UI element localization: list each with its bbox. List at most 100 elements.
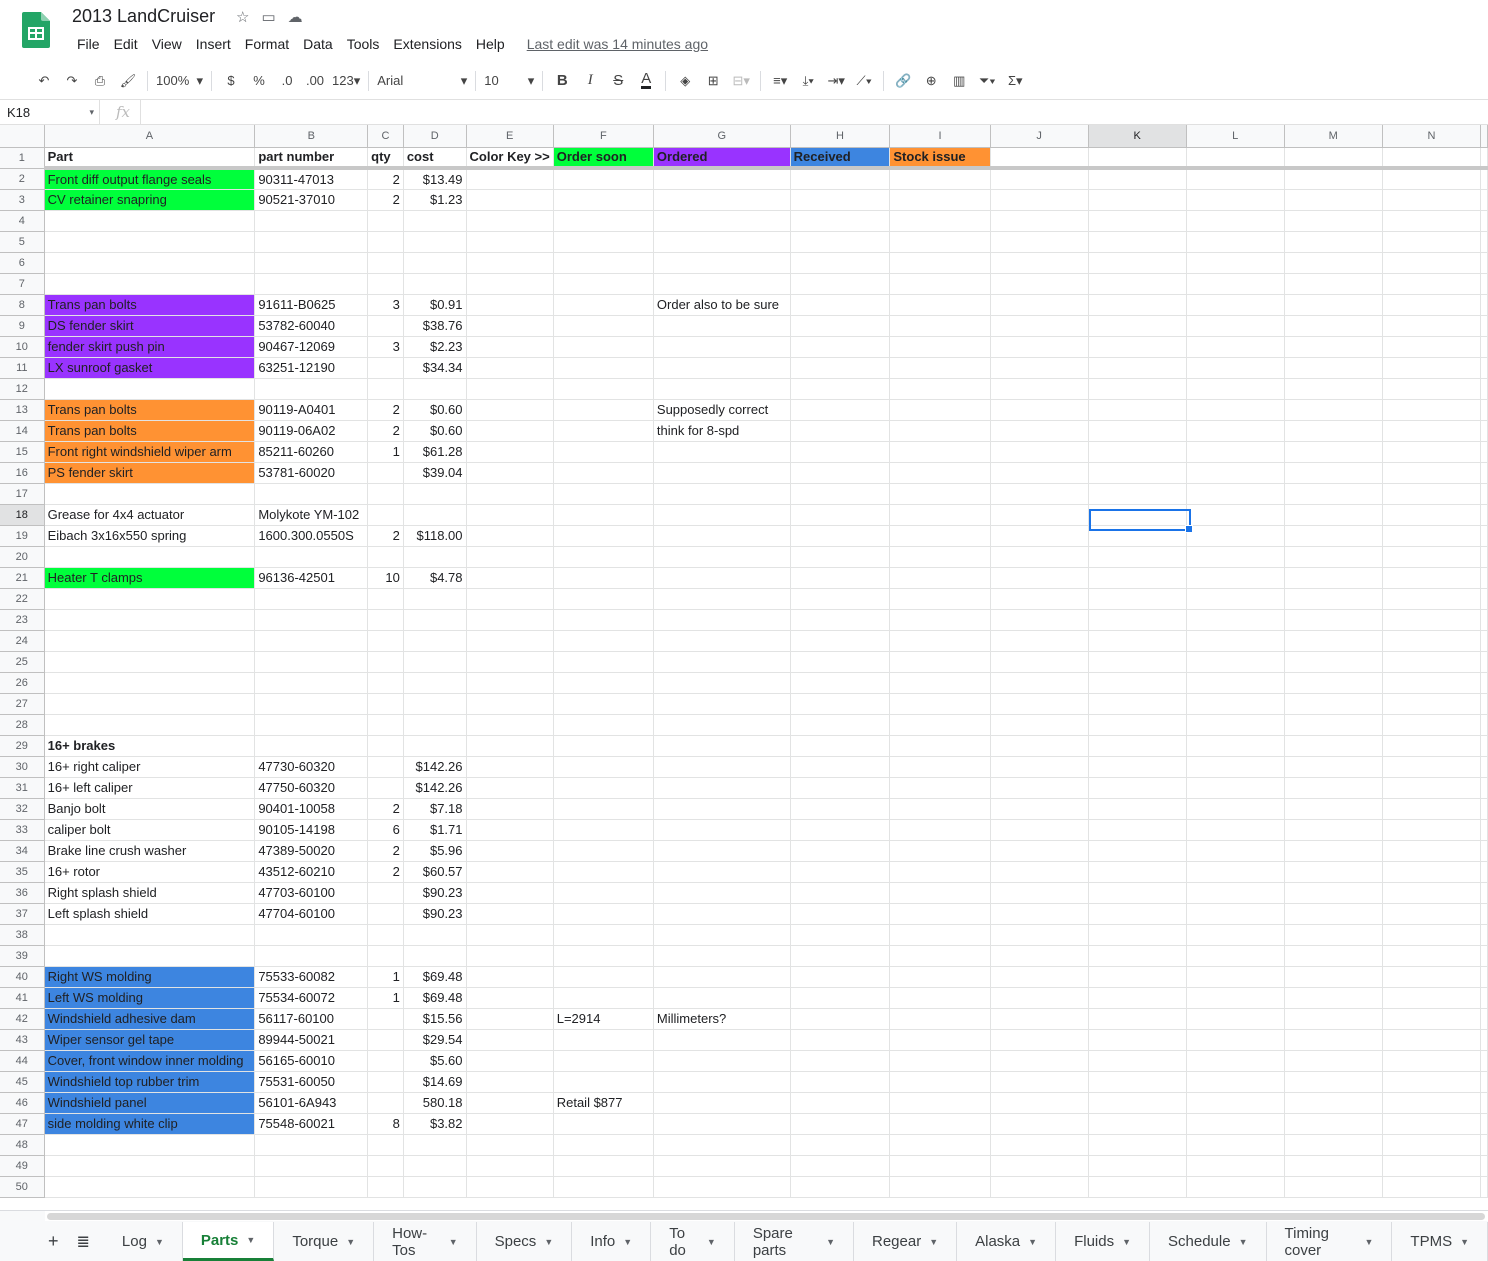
sheet-tab-tpms[interactable]: TPMS ▼ [1392, 1222, 1488, 1261]
cell-c19[interactable]: 2 [367, 525, 404, 547]
cell-c21[interactable]: 10 [367, 567, 404, 589]
cell-c50[interactable] [367, 1176, 404, 1198]
cell-a3[interactable]: CV retainer snapring [44, 189, 256, 211]
cell-h2[interactable] [790, 168, 891, 190]
cell-i15[interactable] [889, 441, 991, 463]
cell-e19[interactable] [466, 525, 554, 547]
cell-b34[interactable]: 47389-50020 [254, 840, 369, 862]
cell-g8[interactable]: Order also to be sure [653, 294, 791, 316]
cell-h47[interactable] [790, 1113, 891, 1135]
cell-m3[interactable] [1284, 189, 1383, 211]
cell-k44[interactable] [1088, 1050, 1187, 1072]
cell-b23[interactable] [254, 609, 369, 631]
cell-b18[interactable]: Molykote YM-102 [254, 504, 369, 526]
cell-a26[interactable] [44, 672, 256, 694]
cell-d42[interactable]: $15.56 [403, 1008, 467, 1030]
cell-h50[interactable] [790, 1176, 891, 1198]
cell-n4[interactable] [1382, 210, 1482, 232]
cell-l20[interactable] [1186, 546, 1285, 568]
cell-a27[interactable] [44, 693, 256, 715]
cell-l15[interactable] [1186, 441, 1285, 463]
row-header-29[interactable]: 29 [0, 735, 45, 757]
cell-l25[interactable] [1186, 651, 1285, 673]
cell-n40[interactable] [1382, 966, 1482, 988]
row-header-22[interactable]: 22 [0, 588, 45, 610]
cell-a30[interactable]: 16+ right caliper [44, 756, 256, 778]
cell-m7[interactable] [1284, 273, 1383, 295]
cell-m2[interactable] [1284, 168, 1383, 190]
row-header-20[interactable]: 20 [0, 546, 45, 568]
cell-h17[interactable] [790, 483, 891, 505]
cell-a6[interactable] [44, 252, 256, 274]
cell-b10[interactable]: 90467-12069 [254, 336, 369, 358]
cell-h1[interactable]: Received [790, 147, 891, 170]
cell-a12[interactable] [44, 378, 256, 400]
cell-a33[interactable]: caliper bolt [44, 819, 256, 841]
cell-k18[interactable] [1088, 504, 1187, 526]
cell-b21[interactable]: 96136-42501 [254, 567, 369, 589]
cell-i32[interactable] [889, 798, 991, 820]
cell-k25[interactable] [1088, 651, 1187, 673]
cell-d36[interactable]: $90.23 [403, 882, 467, 904]
cell-a47[interactable]: side molding white clip [44, 1113, 256, 1135]
sheet-tab-parts[interactable]: Parts ▼ [182, 1222, 275, 1261]
cell-m45[interactable] [1284, 1071, 1383, 1093]
cell-c26[interactable] [367, 672, 404, 694]
cell-h27[interactable] [790, 693, 891, 715]
cell-g1[interactable]: Ordered [653, 147, 791, 170]
cell-i26[interactable] [889, 672, 991, 694]
row-header-48[interactable]: 48 [0, 1134, 45, 1156]
cell-m34[interactable] [1284, 840, 1383, 862]
cell-g36[interactable] [653, 882, 791, 904]
cell-e36[interactable] [466, 882, 554, 904]
cell-d16[interactable]: $39.04 [403, 462, 467, 484]
sheet-tab-how-tos[interactable]: How-Tos ▼ [374, 1222, 477, 1261]
cell-d28[interactable] [403, 714, 467, 736]
cell-g4[interactable] [653, 210, 791, 232]
cell-b49[interactable] [254, 1155, 369, 1177]
cell-l4[interactable] [1186, 210, 1285, 232]
cell-a25[interactable] [44, 651, 256, 673]
cell-m24[interactable] [1284, 630, 1383, 652]
zoom-select[interactable]: 100% ▾ [153, 67, 206, 95]
row-header-45[interactable]: 45 [0, 1071, 45, 1093]
cell-i43[interactable] [889, 1029, 991, 1051]
cell-c43[interactable] [367, 1029, 404, 1051]
cell-e10[interactable] [466, 336, 554, 358]
cell-a46[interactable]: Windshield panel [44, 1092, 256, 1114]
cell-n28[interactable] [1382, 714, 1482, 736]
cell-j11[interactable] [990, 357, 1089, 379]
cell-h49[interactable] [790, 1155, 891, 1177]
cell-b6[interactable] [254, 252, 369, 274]
cell-j39[interactable] [990, 945, 1089, 967]
cell-l33[interactable] [1186, 819, 1285, 841]
star-icon[interactable]: ☆ [236, 8, 249, 26]
cell-m33[interactable] [1284, 819, 1383, 841]
row-header-42[interactable]: 42 [0, 1008, 45, 1030]
cell-i11[interactable] [889, 357, 991, 379]
cell-c14[interactable]: 2 [367, 420, 404, 442]
cell-m39[interactable] [1284, 945, 1383, 967]
cell-l6[interactable] [1186, 252, 1285, 274]
currency-button[interactable]: $ [217, 67, 245, 95]
cell-n10[interactable] [1382, 336, 1482, 358]
cell-b12[interactable] [254, 378, 369, 400]
chevron-down-icon[interactable]: ▼ [346, 1237, 355, 1247]
cell-d47[interactable]: $3.82 [403, 1113, 467, 1135]
cell-f3[interactable] [553, 189, 654, 211]
cell-b24[interactable] [254, 630, 369, 652]
cell-d5[interactable] [403, 231, 467, 253]
cell-a29[interactable]: 16+ brakes [44, 735, 256, 757]
cell-m29[interactable] [1284, 735, 1383, 757]
cell-m18[interactable] [1284, 504, 1383, 526]
cell-k17[interactable] [1088, 483, 1187, 505]
cell-e9[interactable] [466, 315, 554, 337]
cell-k11[interactable] [1088, 357, 1187, 379]
cell-j3[interactable] [990, 189, 1089, 211]
cell-i40[interactable] [889, 966, 991, 988]
cell-g9[interactable] [653, 315, 791, 337]
cell-j42[interactable] [990, 1008, 1089, 1030]
column-header-h[interactable]: H [790, 125, 891, 148]
cell-b15[interactable]: 85211-60260 [254, 441, 369, 463]
row-header-5[interactable]: 5 [0, 231, 45, 253]
